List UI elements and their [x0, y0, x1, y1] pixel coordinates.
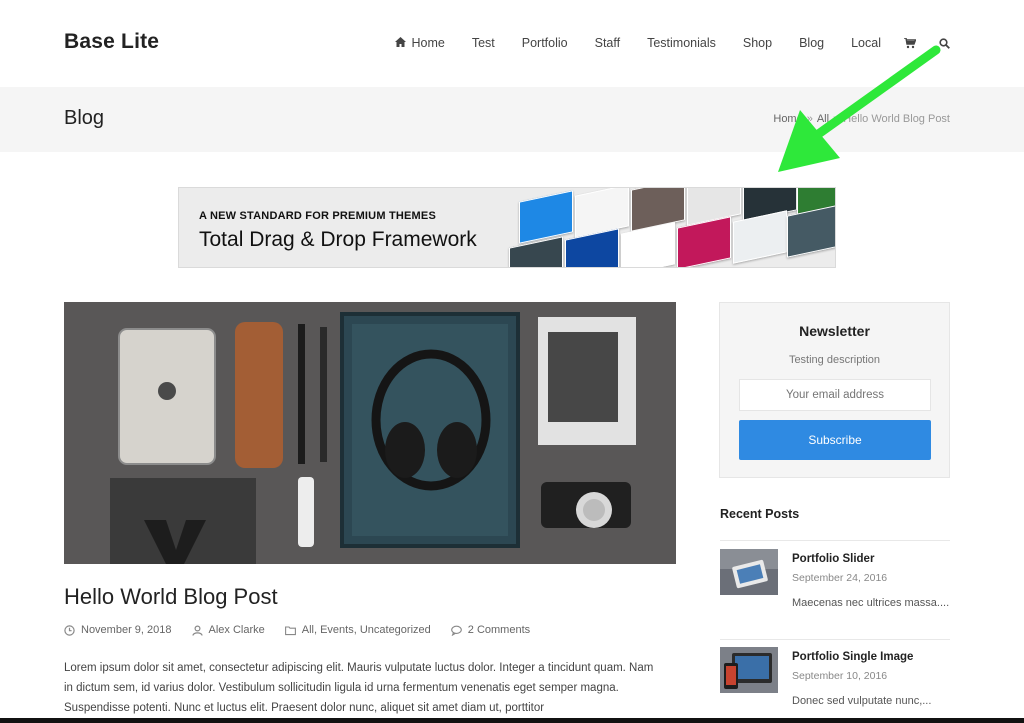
post-excerpt: Lorem ipsum dolor sit amet, consectetur … [64, 662, 654, 714]
newsletter-widget: Newsletter Testing description Subscribe [719, 302, 950, 478]
banner-kicker: A NEW STANDARD FOR PREMIUM THEMES [199, 210, 436, 222]
clock-icon [64, 624, 75, 636]
page-title: Blog [64, 107, 105, 129]
recent-post-excerpt: Donec sed vulputate nunc,... [792, 695, 932, 707]
post-author[interactable]: Alex Clarke [191, 624, 265, 636]
post-title[interactable]: Hello World Blog Post [64, 584, 278, 610]
recent-post-item[interactable]: Portfolio Single Image September 10, 201… [720, 639, 950, 723]
banner-theme-collage [509, 188, 835, 267]
promo-banner[interactable]: A NEW STANDARD FOR PREMIUM THEMES Total … [178, 187, 836, 268]
comment-icon [450, 625, 462, 636]
desk-flatlay-image [64, 302, 676, 564]
email-field[interactable] [739, 379, 931, 411]
recent-posts-heading: Recent Posts [720, 507, 800, 521]
recent-post-item[interactable]: Portfolio Slider September 24, 2016 Maec… [720, 541, 950, 631]
nav-item-staff[interactable]: Staff [595, 36, 620, 50]
recent-post-title[interactable]: Portfolio Single Image [792, 651, 913, 663]
user-icon [191, 624, 203, 636]
banner-headline: Total Drag & Drop Framework [199, 228, 477, 251]
recent-post-date: September 24, 2016 [792, 572, 888, 584]
post-meta: November 9, 2018 Alex Clarke All, Events… [64, 624, 550, 636]
folder-icon [284, 625, 296, 635]
post-categories[interactable]: All, Events, Uncategorized [284, 624, 431, 636]
newsletter-description: Testing description [788, 354, 881, 366]
home-icon [395, 36, 407, 50]
recent-post-title[interactable]: Portfolio Slider [792, 553, 874, 565]
nav-item-portfolio[interactable]: Portfolio [522, 36, 568, 50]
nav-item-testimonials[interactable]: Testimonials [647, 36, 716, 50]
post-categories-text: All, Events, Uncategorized [301, 624, 431, 636]
window-bottom-edge [0, 718, 1024, 723]
newsletter-title: Newsletter [799, 323, 870, 339]
post-comments-text: 2 Comments [467, 624, 531, 636]
recent-post-date: September 10, 2016 [792, 670, 888, 682]
annotation-arrow [778, 45, 941, 172]
post-comments[interactable]: 2 Comments [450, 624, 531, 636]
nav-item-home[interactable]: Home [395, 36, 445, 50]
site-title[interactable]: Base Lite [64, 30, 159, 54]
post-date: November 9, 2018 [64, 624, 172, 636]
recent-post-excerpt: Maecenas nec ultrices massa.... [792, 597, 950, 609]
post-featured-image[interactable] [64, 302, 676, 564]
recent-post-thumbnail[interactable] [720, 549, 778, 595]
post-date-text: November 9, 2018 [81, 624, 172, 636]
subscribe-button[interactable]: Subscribe [739, 420, 931, 460]
post-author-text: Alex Clarke [208, 624, 265, 636]
nav-item-test[interactable]: Test [472, 36, 495, 50]
recent-post-thumbnail[interactable] [720, 647, 778, 693]
nav-item-label: Home [411, 36, 445, 50]
